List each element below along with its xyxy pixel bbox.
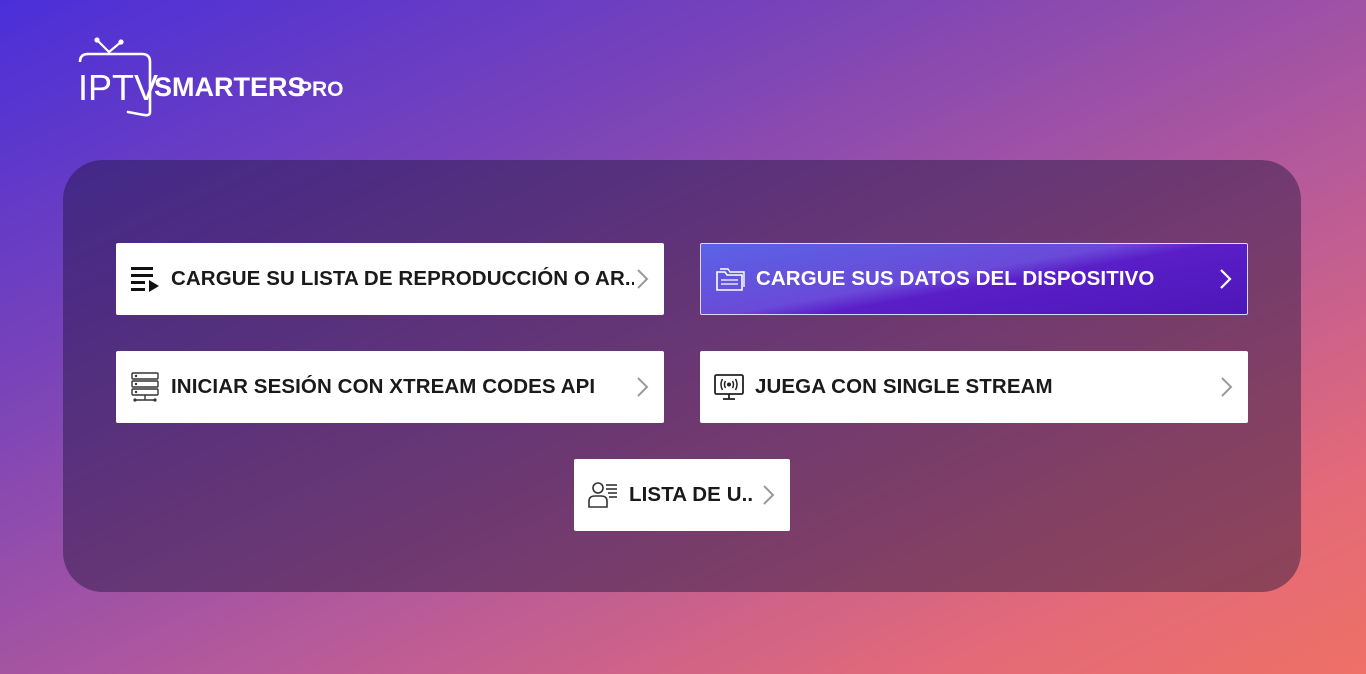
logo-pro: PRO [298,78,344,101]
single-stream-label: JUEGA CON SINGLE STREAM [755,375,1053,398]
load-device-data-button[interactable]: CARGUE SUS DATOS DEL DISPOSITIVO [700,243,1248,315]
chevron-right-icon [1220,269,1232,289]
load-playlist-label: CARGUE SU LISTA DE REPRODUCCIÓN O AR.. [171,267,634,290]
xtream-codes-login-label: INICIAR SESIÓN CON XTREAM CODES API [171,375,596,398]
load-device-data-label: CARGUE SUS DATOS DEL DISPOSITIVO [756,267,1155,290]
logo-smarters: SMARTERS [154,72,306,102]
single-stream-button[interactable]: JUEGA CON SINGLE STREAM [700,351,1248,423]
folder-icon [714,263,746,295]
chevron-right-icon [637,377,649,397]
chevron-right-icon [763,485,775,505]
playlist-icon [129,263,161,295]
xtream-codes-login-button[interactable]: INICIAR SESIÓN CON XTREAM CODES API [116,351,664,423]
monitor-broadcast-icon [713,371,745,403]
server-icon [129,371,161,403]
user-list-icon [587,479,619,511]
user-list-label: LISTA DE U.. [629,483,754,506]
load-playlist-button[interactable]: CARGUE SU LISTA DE REPRODUCCIÓN O AR.. [116,243,664,315]
user-list-button[interactable]: LISTA DE U.. [574,459,790,531]
chevron-right-icon [637,269,649,289]
app-logo: IPTV SMARTERS PRO [78,37,344,117]
chevron-right-icon [1221,377,1233,397]
logo-iptv: IPTV [78,67,158,108]
